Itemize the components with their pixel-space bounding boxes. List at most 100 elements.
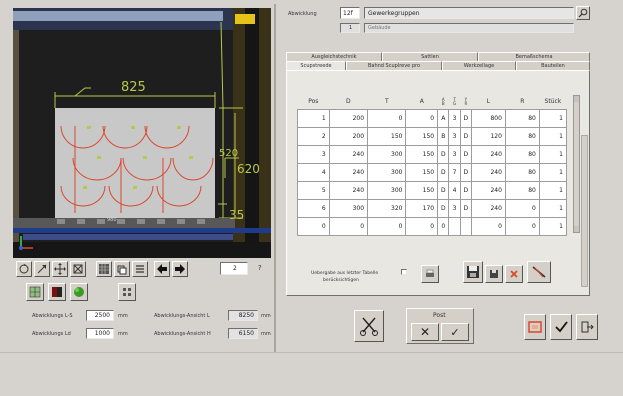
list-view-button[interactable]: [132, 261, 148, 277]
confirm-button[interactable]: [550, 314, 572, 340]
table-cell[interactable]: D: [459, 162, 473, 182]
three-d-button[interactable]: [524, 314, 546, 340]
table-row[interactable]: 3 240 300 150 D 3 D 240 80 1: [297, 144, 568, 164]
table-cell[interactable]: 300: [367, 144, 407, 164]
save-button[interactable]: [463, 261, 483, 283]
table-cell[interactable]: 240: [471, 180, 506, 200]
table-cell[interactable]: 0: [328, 216, 369, 236]
table-cell[interactable]: 150: [405, 126, 439, 146]
table-cell[interactable]: D: [437, 180, 450, 200]
table-cell[interactable]: 0: [405, 216, 439, 236]
table-cell-pos[interactable]: 4: [297, 162, 330, 182]
table-cell[interactable]: 300: [367, 162, 407, 182]
table-cell[interactable]: 0: [504, 216, 540, 236]
table-cell[interactable]: 80: [504, 126, 540, 146]
table-cell[interactable]: 3: [448, 144, 461, 164]
table-cell[interactable]: D: [459, 126, 473, 146]
table-cell[interactable]: 1: [538, 216, 568, 236]
table-cell[interactable]: 3: [448, 198, 461, 218]
table-cell[interactable]: 240: [328, 144, 369, 164]
table-cell[interactable]: 200: [328, 108, 369, 128]
table-cell[interactable]: 1: [538, 108, 568, 128]
insert-button[interactable]: [26, 283, 44, 301]
table-cell[interactable]: 240: [471, 162, 506, 182]
right2-value-field[interactable]: 6150: [228, 328, 258, 339]
table-row[interactable]: 6 300 320 170 D 3 D 240 0 1: [297, 198, 568, 218]
table-cell[interactable]: 150: [405, 144, 439, 164]
table-cell[interactable]: 80: [504, 144, 540, 164]
tab-werkzellage[interactable]: Werkzellage: [442, 61, 516, 70]
table-cell[interactable]: 80: [504, 162, 540, 182]
cut-button[interactable]: [354, 310, 384, 342]
table-row[interactable]: 2 200 150 150 B 3 D 120 80 1: [297, 126, 568, 146]
table-cell[interactable]: 0: [405, 108, 439, 128]
table-cell[interactable]: 4: [448, 180, 461, 200]
table-cell-pos[interactable]: 1: [297, 108, 330, 128]
tab-ausgleichstechnik[interactable]: Ausgleichstechnik: [286, 52, 382, 61]
table-cell[interactable]: 800: [471, 108, 506, 128]
table-cell[interactable]: 80: [504, 108, 540, 128]
table-cell[interactable]: 300: [328, 198, 369, 218]
post-cancel-button[interactable]: ✕: [411, 323, 439, 341]
table-cell[interactable]: 240: [471, 198, 506, 218]
material-button[interactable]: [48, 283, 66, 301]
table-cell[interactable]: D: [459, 180, 473, 200]
table-cell[interactable]: 80: [504, 180, 540, 200]
search-button[interactable]: [576, 6, 590, 20]
delete-row-button[interactable]: [505, 265, 523, 283]
fit-view-button[interactable]: [70, 261, 86, 277]
exit-button[interactable]: [576, 314, 598, 340]
next-button[interactable]: [172, 261, 188, 277]
pan-view-button[interactable]: [52, 261, 68, 277]
table-scrollbar[interactable]: [573, 95, 580, 233]
table-cell[interactable]: 1: [538, 180, 568, 200]
tab-sattlen[interactable]: Sattlen: [382, 52, 478, 61]
table-row[interactable]: 4 240 300 150 D 7 D 240 80 1: [297, 162, 568, 182]
left2-value-field[interactable]: 1000: [86, 328, 114, 339]
table-cell[interactable]: 0: [367, 108, 407, 128]
table-cell[interactable]: D: [437, 198, 450, 218]
right1-value-field[interactable]: 8250: [228, 310, 258, 321]
table-cell-pos[interactable]: 3: [297, 144, 330, 164]
table-cell[interactable]: [459, 216, 473, 236]
disk-button[interactable]: [485, 265, 503, 283]
print-button[interactable]: [421, 265, 439, 283]
table-cell[interactable]: [448, 216, 461, 236]
table-cell-pos[interactable]: 2: [297, 126, 330, 146]
table-cell[interactable]: 0: [471, 216, 506, 236]
table-cell[interactable]: 0: [504, 198, 540, 218]
table-cell-pos[interactable]: 6: [297, 198, 330, 218]
tab-scupstreede[interactable]: Scupstreede: [286, 61, 346, 70]
table-cell[interactable]: 240: [328, 162, 369, 182]
table-cell[interactable]: 7: [448, 162, 461, 182]
code-field[interactable]: 12f: [340, 7, 360, 19]
table-cell[interactable]: A: [437, 108, 450, 128]
tab-bahnd-scuplreve[interactable]: Bahnd Scuplreve pro: [346, 61, 442, 70]
table-cell[interactable]: 150: [367, 126, 407, 146]
table-cell[interactable]: 150: [405, 162, 439, 182]
panel-scrollbar[interactable]: [581, 135, 588, 287]
table-cell[interactable]: 240: [328, 180, 369, 200]
table-cell-pos[interactable]: 0: [297, 216, 330, 236]
settings-tool-button[interactable]: [118, 283, 136, 301]
table-row[interactable]: 00000001: [297, 216, 568, 236]
table-row[interactable]: 1 200 0 0 A 3 D 800 80 1: [297, 108, 568, 128]
table-cell[interactable]: 240: [471, 144, 506, 164]
name-field[interactable]: Gewerkegruppen: [364, 7, 574, 19]
tree-button[interactable]: [70, 283, 88, 301]
table-cell[interactable]: D: [437, 144, 450, 164]
table-cell[interactable]: 200: [328, 126, 369, 146]
table-cell[interactable]: D: [459, 108, 473, 128]
left1-value-field[interactable]: 2500: [86, 310, 114, 321]
post-ok-button[interactable]: ✓: [441, 323, 469, 341]
table-cell[interactable]: 150: [405, 180, 439, 200]
sub-code-field[interactable]: 1: [340, 23, 360, 33]
layer-view-button[interactable]: [114, 261, 130, 277]
table-cell[interactable]: 1: [538, 144, 568, 164]
table-cell-pos[interactable]: 5: [297, 180, 330, 200]
table-cell[interactable]: 320: [367, 198, 407, 218]
sub-name-field[interactable]: Gebäude: [364, 23, 574, 33]
table-cell[interactable]: D: [459, 198, 473, 218]
table-row[interactable]: 5 240 300 150 D 4 D 240 80 1: [297, 180, 568, 200]
table-cell[interactable]: 170: [405, 198, 439, 218]
